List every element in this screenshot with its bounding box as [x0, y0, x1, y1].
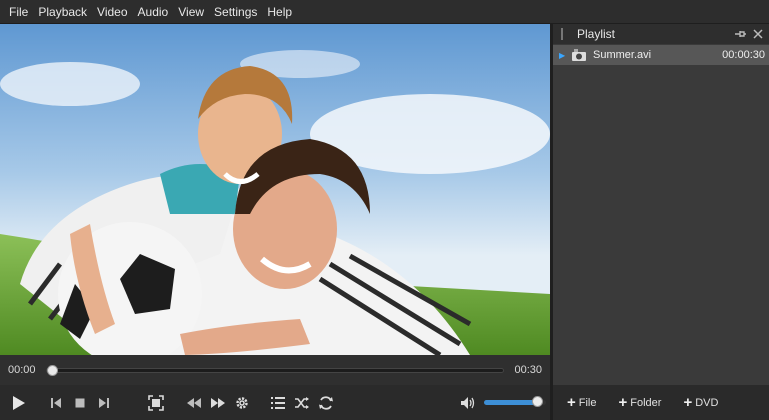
play-button[interactable]: [6, 391, 30, 415]
shuffle-icon: [295, 396, 309, 409]
fullscreen-button[interactable]: [144, 391, 168, 415]
playlist-icon: [271, 396, 285, 409]
fast-forward-icon: [211, 397, 225, 408]
menu-audio[interactable]: Audio: [133, 0, 174, 24]
control-bar: [0, 385, 550, 420]
repeat-button[interactable]: [314, 391, 338, 415]
stop-icon: [75, 398, 85, 407]
plus-icon: +: [618, 394, 628, 411]
volume-handle[interactable]: [531, 396, 543, 407]
shuffle-button[interactable]: [290, 391, 314, 415]
menu-view[interactable]: View: [173, 0, 209, 24]
add-folder-label: Folder: [630, 396, 662, 409]
volume-button[interactable]: [456, 391, 480, 415]
video-display[interactable]: [0, 24, 550, 355]
drag-handle-icon[interactable]: [561, 28, 563, 40]
menu-help[interactable]: Help: [262, 0, 297, 24]
current-time: 00:00: [8, 364, 36, 376]
playlist-header: Playlist: [553, 24, 769, 44]
playlist-item[interactable]: ▶ Summer.avi 00:00:30: [553, 45, 769, 65]
fast-forward-button[interactable]: [206, 391, 230, 415]
close-playlist-button[interactable]: [751, 27, 765, 41]
settings-button[interactable]: [230, 391, 254, 415]
menu-bar: File Playback Video Audio View Settings …: [0, 0, 769, 24]
close-icon: [753, 29, 763, 39]
menu-file[interactable]: File: [4, 0, 33, 24]
plus-icon: +: [683, 394, 693, 411]
total-time: 00:30: [514, 364, 542, 376]
fullscreen-icon: [148, 394, 164, 411]
menu-settings[interactable]: Settings: [209, 0, 262, 24]
pin-button[interactable]: [733, 27, 747, 41]
next-button[interactable]: [92, 391, 116, 415]
rewind-icon: [187, 397, 201, 408]
now-playing-icon: ▶: [559, 50, 566, 60]
seek-row: 00:00 00:30: [0, 355, 550, 385]
menu-playback[interactable]: Playback: [33, 0, 92, 24]
volume-icon: [461, 396, 475, 409]
video-file-icon: [572, 49, 586, 61]
stop-button[interactable]: [68, 391, 92, 415]
playlist-panel: Playlist ▶ Summer.avi 00:00:30 + File + …: [550, 24, 769, 420]
play-icon: [13, 395, 25, 410]
previous-icon: [51, 397, 61, 408]
settings-icon: [236, 396, 248, 409]
playlist-title: Playlist: [577, 27, 616, 41]
add-file-button[interactable]: + File: [567, 394, 597, 411]
previous-button[interactable]: [44, 391, 68, 415]
seek-handle[interactable]: [47, 364, 58, 376]
volume-level: [484, 400, 537, 405]
playlist-item-name: Summer.avi: [593, 49, 652, 61]
playlist-item-duration: 00:00:30: [722, 49, 765, 61]
seek-slider[interactable]: [46, 364, 504, 376]
menu-video[interactable]: Video: [92, 0, 132, 24]
add-dvd-button[interactable]: + DVD: [683, 394, 718, 411]
plus-icon: +: [567, 394, 576, 411]
rewind-button[interactable]: [182, 391, 206, 415]
next-icon: [99, 397, 109, 408]
video-frame-image: [0, 24, 550, 355]
add-dvd-label: DVD: [695, 396, 719, 409]
repeat-icon: [319, 395, 333, 410]
volume-slider[interactable]: [484, 396, 546, 407]
add-folder-button[interactable]: + Folder: [619, 394, 662, 411]
pin-icon: [735, 31, 746, 37]
playlist-toggle-button[interactable]: [266, 391, 290, 415]
add-file-label: File: [578, 396, 597, 409]
playlist-footer: + File + Folder + DVD: [553, 385, 769, 420]
